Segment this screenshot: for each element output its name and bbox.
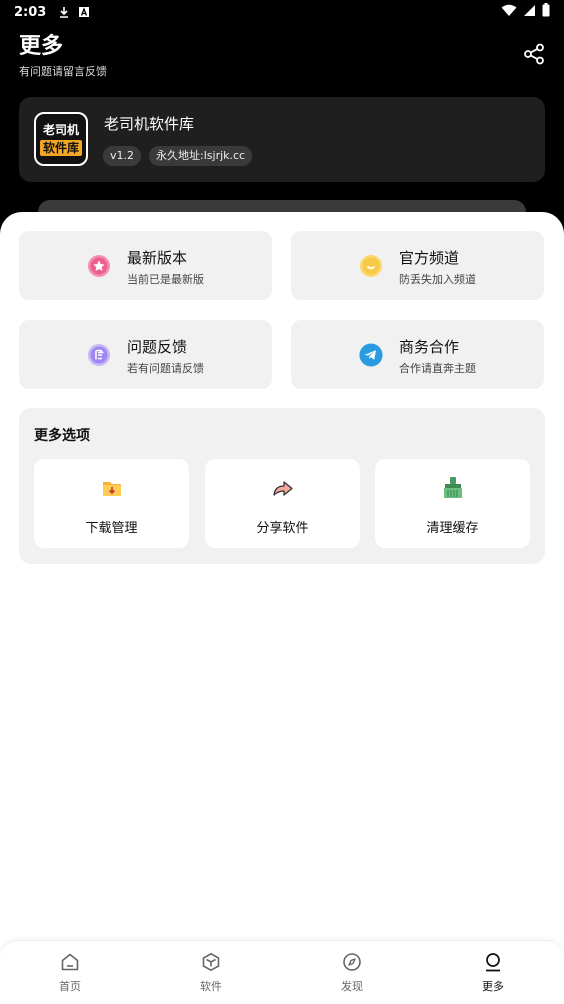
page-subtitle: 有问题请留言反馈	[19, 65, 107, 78]
logo-line2: 软件库	[39, 139, 82, 156]
content-sheet: 最新版本 当前已是最新版 官方频道 防丢失加入频道 问题反馈 若有问题请反馈 商…	[0, 212, 564, 1004]
tile-subtitle: 合作请直奔主题	[399, 362, 476, 375]
nav-discover[interactable]: 发现	[322, 951, 382, 1001]
nav-label: 首页	[59, 980, 81, 993]
version-badge: v1.2	[103, 146, 142, 166]
bottom-navigation: 首页 软件 发现 更多	[0, 940, 564, 1004]
option-label: 分享软件	[256, 521, 309, 536]
app-logo: 老司机 软件库	[34, 112, 88, 166]
option-label: 下载管理	[85, 521, 138, 536]
telegram-icon	[359, 343, 383, 367]
app-info-card[interactable]: 老司机 软件库 老司机软件库 v1.2 永久地址:lsjrjk.cc	[19, 97, 545, 182]
tile-subtitle: 防丢失加入频道	[399, 273, 476, 286]
download-manager-button[interactable]: 下载管理	[34, 459, 189, 548]
tile-title: 最新版本	[127, 249, 188, 267]
package-icon	[200, 951, 222, 973]
tile-subtitle: 当前已是最新版	[127, 273, 204, 286]
page-title: 更多	[19, 34, 64, 59]
a-icon	[78, 6, 90, 18]
compass-icon	[341, 951, 363, 973]
broom-icon	[441, 476, 465, 500]
nav-more[interactable]: 更多	[463, 951, 523, 1001]
tile-official-channel[interactable]: 官方频道 防丢失加入频道	[291, 231, 544, 300]
app-name: 老司机软件库	[104, 115, 195, 133]
download-icon	[58, 6, 70, 18]
page-header: 更多 有问题请留言反馈	[19, 33, 107, 79]
battery-icon	[542, 3, 550, 21]
logo-line1: 老司机	[42, 122, 79, 137]
section-title: 更多选项	[34, 428, 90, 444]
signal-icon	[523, 4, 536, 21]
wifi-icon	[501, 4, 517, 21]
nav-home[interactable]: 首页	[40, 951, 100, 1001]
share-app-button[interactable]: 分享软件	[205, 459, 360, 548]
share-arrow-icon	[271, 476, 295, 500]
tile-latest-version[interactable]: 最新版本 当前已是最新版	[19, 231, 272, 300]
status-time: 2:03	[14, 4, 47, 20]
smile-icon	[359, 254, 383, 278]
share-icon	[524, 43, 544, 65]
status-bar: 2:03	[0, 0, 564, 24]
star-icon	[87, 254, 111, 278]
more-options-section: 更多选项 下载管理 分享软件 清理缓存	[19, 408, 545, 564]
home-icon	[59, 951, 81, 973]
nav-label: 软件	[200, 980, 222, 993]
tile-business[interactable]: 商务合作 合作请直奔主题	[291, 320, 544, 389]
user-icon	[482, 951, 504, 973]
nav-software[interactable]: 软件	[181, 951, 241, 1001]
tile-title: 问题反馈	[127, 338, 188, 356]
nav-label: 更多	[482, 980, 504, 993]
tile-subtitle: 若有问题请反馈	[127, 362, 204, 375]
feedback-icon	[87, 343, 111, 367]
option-label: 清理缓存	[426, 521, 479, 536]
nav-label: 发现	[341, 980, 363, 993]
tile-title: 官方频道	[399, 249, 460, 267]
clear-cache-button[interactable]: 清理缓存	[375, 459, 530, 548]
address-badge[interactable]: 永久地址:lsjrjk.cc	[149, 146, 253, 166]
share-button[interactable]	[522, 42, 546, 66]
download-folder-icon	[100, 476, 124, 500]
tile-title: 商务合作	[399, 338, 460, 356]
tile-feedback[interactable]: 问题反馈 若有问题请反馈	[19, 320, 272, 389]
